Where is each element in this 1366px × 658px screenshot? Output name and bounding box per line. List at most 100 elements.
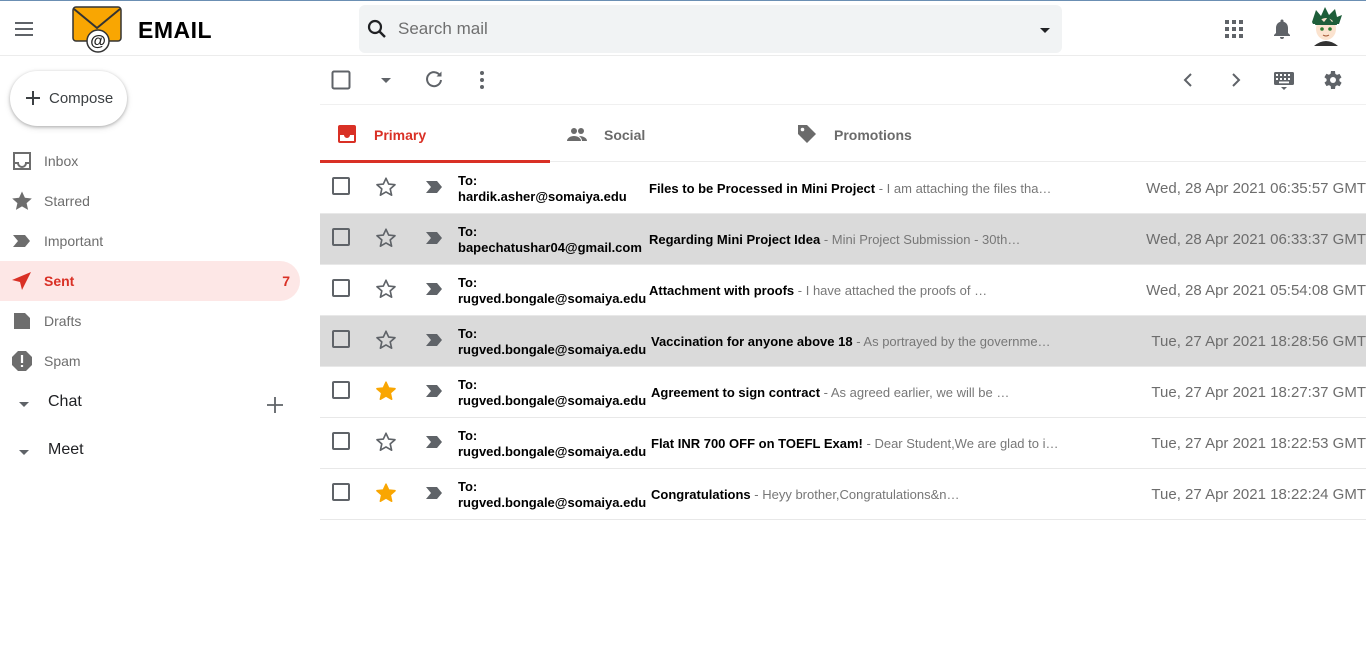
mail-subject: Congratulations bbox=[651, 487, 751, 502]
chevron-right-icon[interactable] bbox=[1224, 68, 1248, 92]
subject-line: Files to be Processed in Mini Project - … bbox=[649, 181, 1069, 196]
menu-icon[interactable] bbox=[12, 17, 36, 41]
sidebar-item-drafts[interactable]: Drafts bbox=[0, 301, 300, 341]
recipient-address: bapechatushar04@gmail.com bbox=[458, 240, 642, 255]
star-icon[interactable] bbox=[375, 176, 397, 198]
mail-row[interactable]: To: rugved.bongale@somaiya.edu Vaccination… bbox=[320, 316, 1366, 367]
send-icon bbox=[10, 269, 34, 293]
mail-subject: Flat INR 700 OFF on TOEFL Exam! bbox=[651, 436, 863, 451]
sidebar-item-important[interactable]: Important bbox=[0, 221, 300, 261]
star-icon bbox=[10, 189, 34, 213]
sidebar-item-starred[interactable]: Starred bbox=[0, 181, 300, 221]
search-bar[interactable] bbox=[359, 5, 1062, 53]
mail-row[interactable]: To: bapechatushar04@gmail.com Regarding Mi… bbox=[320, 214, 1366, 265]
tab-label: Primary bbox=[374, 127, 427, 143]
recipient: To: rugved.bongale@somaiya.edu bbox=[458, 479, 646, 511]
mail-row[interactable]: To: rugved.bongale@somaiya.edu Attachment … bbox=[320, 265, 1366, 316]
mail-date: Wed, 28 Apr 2021 06:35:57 GMT bbox=[1146, 180, 1366, 197]
recipient: To: rugved.bongale@somaiya.edu bbox=[458, 377, 646, 409]
to-label: To: bbox=[458, 173, 478, 188]
row-checkbox[interactable] bbox=[332, 279, 350, 297]
avatar[interactable] bbox=[1308, 6, 1344, 46]
row-checkbox[interactable] bbox=[332, 483, 350, 501]
star-icon[interactable] bbox=[375, 329, 397, 351]
row-checkbox[interactable] bbox=[332, 330, 350, 348]
mail-snippet: - Mini Project Submission - 30th… bbox=[820, 232, 1021, 247]
sidebar-item-label: Spam bbox=[44, 353, 81, 369]
compose-label: Compose bbox=[49, 90, 114, 107]
chevron-left-icon[interactable] bbox=[1176, 68, 1200, 92]
section-chat[interactable]: Chat bbox=[0, 383, 300, 423]
star-icon[interactable] bbox=[375, 482, 397, 504]
mail-date: Tue, 27 Apr 2021 18:27:37 GMT bbox=[1151, 384, 1366, 401]
mail-date: Tue, 27 Apr 2021 18:22:53 GMT bbox=[1151, 435, 1366, 452]
important-icon bbox=[10, 229, 34, 253]
plus-icon bbox=[24, 89, 42, 107]
tab-primary[interactable]: Primary bbox=[320, 105, 550, 163]
mail-row[interactable]: To: hardik.asher@somaiya.edu Files to be P… bbox=[320, 163, 1366, 214]
sidebar-item-sent[interactable]: Sent 7 bbox=[0, 261, 300, 301]
row-checkbox[interactable] bbox=[332, 228, 350, 246]
subject-line: Regarding Mini Project Idea - Mini Proje… bbox=[649, 232, 1069, 247]
to-label: To: bbox=[458, 479, 478, 494]
to-label: To: bbox=[458, 224, 478, 239]
important-marker-icon[interactable] bbox=[424, 177, 444, 197]
mail-subject: Agreement to sign contract bbox=[651, 385, 821, 400]
inbox-tab-icon bbox=[336, 123, 358, 145]
mail-row[interactable]: To: rugved.bongale@somaiya.edu Congratulat… bbox=[320, 469, 1366, 520]
svg-text:@: @ bbox=[90, 33, 106, 50]
recipient-address: rugved.bongale@somaiya.edu bbox=[458, 291, 647, 306]
recipient-address: hardik.asher@somaiya.edu bbox=[458, 189, 627, 204]
sent-count-badge: 7 bbox=[282, 273, 290, 289]
star-icon[interactable] bbox=[375, 431, 397, 453]
section-meet[interactable]: Meet bbox=[0, 431, 300, 471]
subject-line: Congratulations - Heyy brother,Congratul… bbox=[651, 487, 1071, 502]
app-title: EMAIL bbox=[138, 17, 213, 43]
recipient-address: rugved.bongale@somaiya.edu bbox=[458, 444, 647, 459]
important-marker-icon[interactable] bbox=[424, 279, 444, 299]
gear-icon[interactable] bbox=[1320, 68, 1344, 92]
important-marker-icon[interactable] bbox=[424, 228, 444, 248]
refresh-icon[interactable] bbox=[422, 68, 446, 92]
add-chat-icon[interactable] bbox=[264, 394, 286, 416]
star-icon[interactable] bbox=[375, 380, 397, 402]
mail-subject: Regarding Mini Project Idea bbox=[649, 232, 821, 247]
keyboard-icon[interactable] bbox=[1272, 68, 1296, 92]
mail-subject: Files to be Processed in Mini Project bbox=[649, 181, 876, 196]
bell-icon[interactable] bbox=[1270, 17, 1294, 41]
mail-snippet: - Heyy brother,Congratulations&n… bbox=[750, 487, 960, 502]
sidebar-item-spam[interactable]: Spam bbox=[0, 341, 300, 381]
select-all-checkbox[interactable] bbox=[329, 68, 353, 92]
important-marker-icon[interactable] bbox=[424, 330, 444, 350]
mail-row[interactable]: To: rugved.bongale@somaiya.edu Flat INR 70… bbox=[320, 418, 1366, 469]
more-vert-icon[interactable] bbox=[470, 68, 494, 92]
row-checkbox[interactable] bbox=[332, 432, 350, 450]
mail-row[interactable]: To: rugved.bongale@somaiya.edu Agreement t… bbox=[320, 367, 1366, 418]
row-checkbox[interactable] bbox=[332, 177, 350, 195]
sidebar-item-inbox[interactable]: Inbox bbox=[0, 141, 300, 181]
top-header: @ EMAIL bbox=[0, 0, 1366, 56]
important-marker-icon[interactable] bbox=[424, 381, 444, 401]
important-marker-icon[interactable] bbox=[424, 432, 444, 452]
tab-social[interactable]: Social bbox=[550, 105, 780, 163]
search-input[interactable] bbox=[398, 13, 1018, 45]
spam-icon bbox=[10, 349, 34, 373]
subject-line: Attachment with proofs - I have attached… bbox=[649, 283, 1069, 298]
compose-button[interactable]: Compose bbox=[10, 71, 127, 126]
star-icon[interactable] bbox=[375, 227, 397, 249]
search-icon[interactable] bbox=[365, 17, 389, 41]
mail-subject: Attachment with proofs bbox=[649, 283, 795, 298]
people-icon bbox=[566, 123, 588, 145]
row-checkbox[interactable] bbox=[332, 381, 350, 399]
important-marker-icon[interactable] bbox=[424, 483, 444, 503]
chevron-down-icon bbox=[13, 441, 35, 463]
star-icon[interactable] bbox=[375, 278, 397, 300]
sidebar-item-label: Drafts bbox=[44, 313, 82, 329]
tab-promotions[interactable]: Promotions bbox=[780, 105, 1010, 163]
sidebar-item-label: Inbox bbox=[44, 153, 79, 169]
sidebar-item-label: Starred bbox=[44, 193, 90, 209]
mail-date: Tue, 27 Apr 2021 18:28:56 GMT bbox=[1151, 333, 1366, 350]
select-dropdown-icon[interactable] bbox=[374, 68, 398, 92]
dropdown-arrow-icon[interactable] bbox=[1033, 18, 1057, 42]
apps-grid-icon[interactable] bbox=[1222, 17, 1246, 41]
